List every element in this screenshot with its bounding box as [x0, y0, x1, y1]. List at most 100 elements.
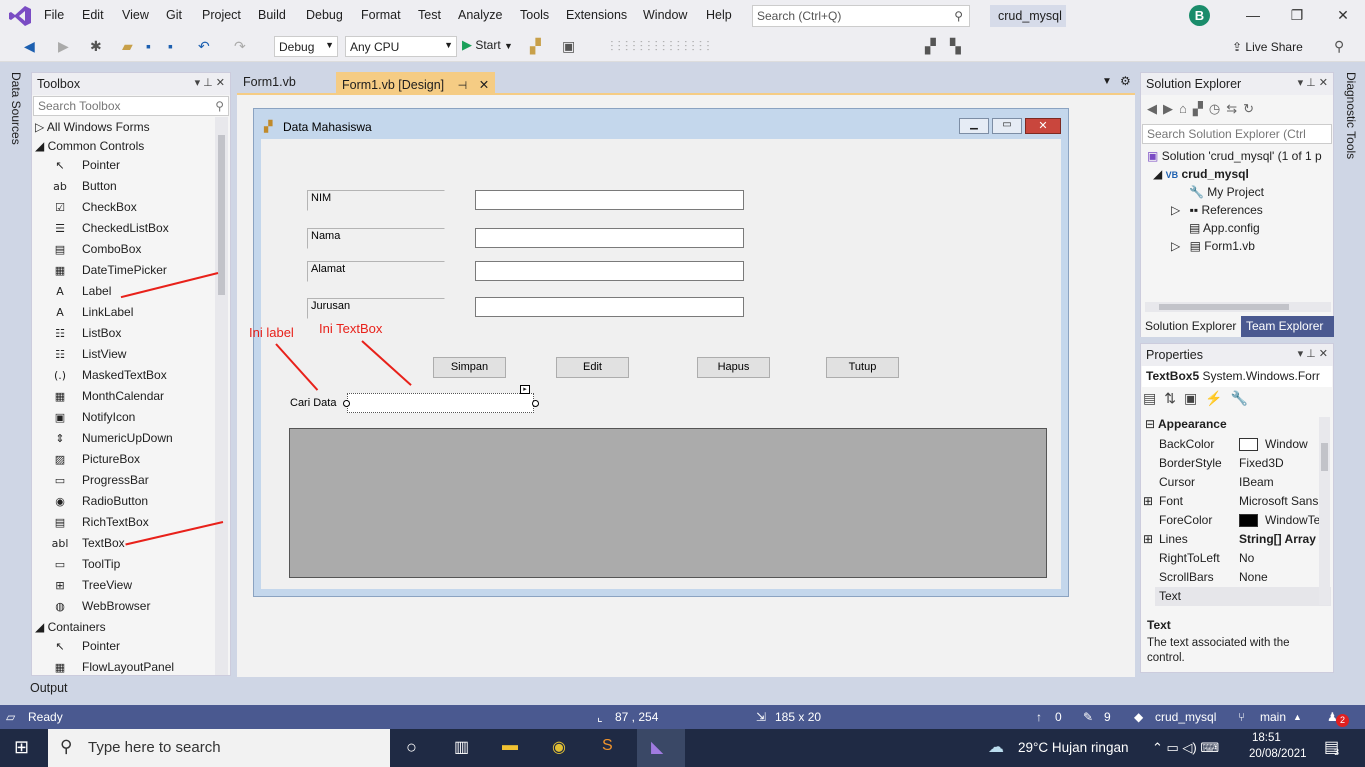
- menu-extensions[interactable]: Extensions: [566, 8, 627, 22]
- toolbox-item-checkedlistbox[interactable]: ☰ CheckedListBox: [50, 219, 169, 238]
- redo-icon[interactable]: ↷: [234, 37, 246, 55]
- toolbox-scrollbar[interactable]: [215, 117, 228, 675]
- property-row-borderstyle[interactable]: BorderStyle Fixed3D: [1155, 454, 1331, 473]
- tab-form1-vb[interactable]: Form1.vb: [237, 72, 302, 93]
- toolbox-item-listbox[interactable]: ☷ ListBox: [50, 324, 121, 343]
- pane-controls-icon[interactable]: ▾ ⊥ ✕: [1298, 347, 1328, 360]
- tab-team-explorer[interactable]: Team Explorer: [1241, 316, 1334, 337]
- pin-icon[interactable]: ⊣: [458, 80, 468, 92]
- repo-icon[interactable]: ◆: [1134, 710, 1143, 724]
- label-alamat[interactable]: Alamat: [307, 261, 445, 282]
- property-row-font[interactable]: ⊞ Font Microsoft Sans: [1143, 492, 1331, 511]
- toolbox-item-label[interactable]: A Label: [50, 282, 111, 301]
- diagnostic-tools-tab[interactable]: Diagnostic Tools: [1344, 72, 1358, 159]
- textbox-nama[interactable]: [475, 228, 744, 248]
- data-sources-tab[interactable]: Data Sources: [9, 72, 23, 145]
- toolbox-item-datetimepicker[interactable]: ▦ DateTimePicker: [50, 261, 167, 280]
- menu-debug[interactable]: Debug: [306, 8, 343, 22]
- task-view-icon[interactable]: ▥: [454, 737, 469, 757]
- tree-item-references[interactable]: ▷ ▪▪ References: [1171, 203, 1263, 217]
- weather-text[interactable]: 29°C Hujan ringan: [1018, 740, 1128, 755]
- simpan-button[interactable]: Simpan: [433, 357, 506, 378]
- scroll-thumb[interactable]: [1321, 443, 1328, 471]
- menu-edit[interactable]: Edit: [82, 8, 104, 22]
- format-icon[interactable]: ▚: [950, 37, 961, 55]
- form-close-button[interactable]: ✕: [1025, 118, 1061, 134]
- scroll-thumb[interactable]: [218, 135, 225, 295]
- gear-icon[interactable]: ⚙: [1120, 74, 1131, 88]
- menu-format[interactable]: Format: [361, 8, 401, 22]
- visual-studio-taskbar-button[interactable]: ◣: [637, 729, 685, 767]
- start-button[interactable]: ▶ Start ▼: [462, 37, 513, 53]
- expand-icon[interactable]: ⊞: [1143, 530, 1153, 549]
- visual-studio-logo-icon[interactable]: [8, 5, 32, 27]
- toolbox-search-input[interactable]: Search Toolbox ⚲: [33, 96, 229, 116]
- toolbox-item-notifyicon[interactable]: ▣ NotifyIcon: [50, 408, 136, 427]
- property-value[interactable]: String[] Array: [1239, 530, 1331, 549]
- close-icon[interactable]: ✕: [479, 78, 489, 92]
- property-value[interactable]: No: [1239, 549, 1331, 568]
- group-all-windows-forms[interactable]: ▷ All Windows Forms: [35, 118, 150, 137]
- toolbox-item-numericupdown[interactable]: ⇕ NumericUpDown: [50, 429, 172, 448]
- clock-time[interactable]: 18:51: [1252, 732, 1281, 744]
- textbox-alamat[interactable]: [475, 261, 744, 281]
- property-value[interactable]: Microsoft Sans: [1239, 492, 1331, 511]
- menu-analyze[interactable]: Analyze: [458, 8, 502, 22]
- attach-icon[interactable]: ▞: [530, 37, 541, 55]
- tray-icons[interactable]: ⌃ ▭ ◁) ⌨: [1152, 740, 1219, 756]
- menu-window[interactable]: Window: [643, 8, 687, 22]
- tutup-button[interactable]: Tutup: [826, 357, 899, 378]
- tree-item-form1-vb[interactable]: ▷ ▤ Form1.vb: [1171, 239, 1255, 253]
- property-row-lines[interactable]: ⊞ Lines String[] Array: [1143, 530, 1331, 549]
- chevron-up-icon[interactable]: ▲: [1293, 712, 1302, 722]
- data-grid-view[interactable]: [289, 428, 1047, 578]
- open-icon[interactable]: ▰: [122, 37, 133, 55]
- save-icon[interactable]: ▪: [146, 37, 151, 55]
- align-icon[interactable]: ⫶ ⫶ ⫶ ⫶ ⫶ ⫶ ⫶ ⫶ ⫶ ⫶ ⫶ ⫶ ⫶ ⫶: [610, 37, 710, 55]
- toolbox-item-radiobutton[interactable]: ◉ RadioButton: [50, 492, 148, 511]
- properties-scrollbar[interactable]: [1319, 417, 1330, 605]
- property-row-forecolor[interactable]: ForeColor WindowTe: [1155, 511, 1331, 530]
- weather-icon[interactable]: ☁: [988, 737, 1004, 757]
- sublime-icon[interactable]: S: [602, 737, 613, 755]
- file-explorer-icon[interactable]: ▬: [502, 737, 518, 755]
- new-project-icon[interactable]: ✱: [90, 37, 102, 55]
- toolbox-item-treeview[interactable]: ⊞ TreeView: [50, 576, 132, 595]
- tree-item-app-config[interactable]: ▤ App.config: [1189, 221, 1260, 235]
- config-select[interactable]: Debug ▼: [274, 36, 338, 57]
- status-up-count[interactable]: 0: [1055, 710, 1062, 724]
- property-row-scrollbars[interactable]: ScrollBars None: [1155, 568, 1331, 587]
- scroll-thumb[interactable]: [1159, 304, 1289, 310]
- solution-toolbar-icons[interactable]: ◀▶⌂▞◷⇆↻: [1147, 101, 1260, 117]
- smart-tag-icon[interactable]: ▸: [520, 385, 530, 394]
- menu-test[interactable]: Test: [418, 8, 441, 22]
- toolbox-item-combobox[interactable]: ▤ ComboBox: [50, 240, 142, 259]
- toolbox-item-listview[interactable]: ☷ ListView: [50, 345, 126, 364]
- toolbox-item-flowlayoutpanel[interactable]: ▦ FlowLayoutPanel: [50, 658, 174, 677]
- up-arrow-icon[interactable]: ↑: [1036, 710, 1042, 724]
- layout-icon[interactable]: ▣: [562, 37, 575, 55]
- undo-icon[interactable]: ↶: [198, 37, 210, 55]
- toolbox-item-webbrowser[interactable]: ◍ WebBrowser: [50, 597, 150, 616]
- tree-item-my-project[interactable]: 🔧 My Project: [1189, 185, 1264, 199]
- toolbox-item-richtextbox[interactable]: ▤ RichTextBox: [50, 513, 149, 532]
- menu-tools[interactable]: Tools: [520, 8, 549, 22]
- output-tab[interactable]: Output: [30, 681, 68, 695]
- textbox-jurusan[interactable]: [475, 297, 744, 317]
- label-nama[interactable]: Nama: [307, 228, 445, 249]
- label-nim[interactable]: NIM: [307, 190, 445, 211]
- textbox-cari-data[interactable]: [347, 393, 534, 413]
- search-input[interactable]: Search (Ctrl+Q) ⚲: [752, 5, 970, 27]
- textbox-nim[interactable]: [475, 190, 744, 210]
- form-maximize-button[interactable]: ▭: [992, 118, 1022, 134]
- tab-solution-explorer[interactable]: Solution Explorer: [1141, 316, 1241, 337]
- group-common-controls[interactable]: ◢ Common Controls: [35, 137, 144, 156]
- toolbox-item-picturebox[interactable]: ▨ PictureBox: [50, 450, 140, 469]
- toolbox-item-checkbox[interactable]: ☑ CheckBox: [50, 198, 137, 217]
- close-button[interactable]: ✕: [1328, 4, 1358, 26]
- tab-form1-design[interactable]: Form1.vb [Design] ⊣ ✕: [336, 72, 496, 93]
- status-repo[interactable]: crud_mysql: [1155, 710, 1216, 724]
- expand-icon[interactable]: ⊞: [1143, 492, 1153, 511]
- forward-icon[interactable]: ▶: [58, 37, 69, 55]
- clock-date[interactable]: 20/08/2021: [1249, 748, 1307, 760]
